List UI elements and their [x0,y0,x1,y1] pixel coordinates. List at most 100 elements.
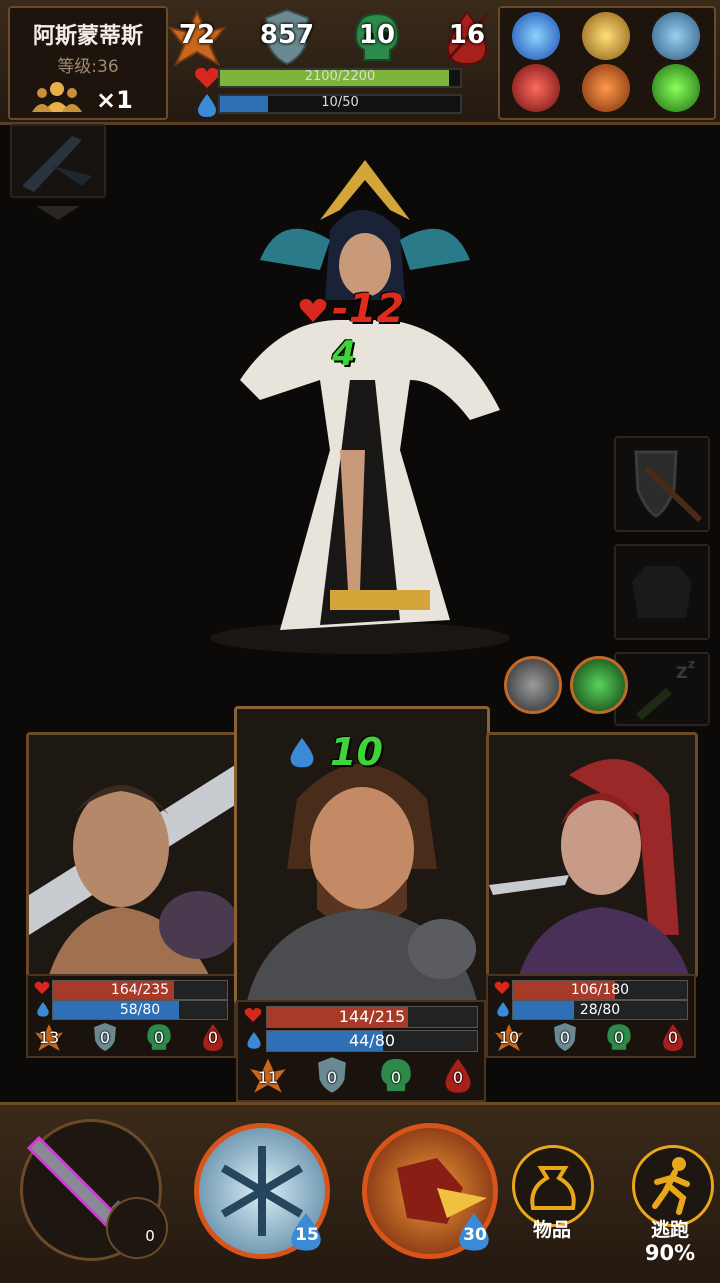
rogue-portrait [489,735,695,975]
heart-icon [494,981,510,995]
shield-sword-icon [634,450,703,523]
enemy-defense-stat: 857 [252,8,322,68]
svg-text:Z: Z [676,663,688,682]
hero-mp-text: 44/80 [348,1031,396,1050]
hero-stats-knight: 144/215 44/80 11 0 0 0 [236,1000,486,1102]
mana-drop-icon [247,1032,261,1049]
enemy-hp-text: 2100/2200 [304,69,376,84]
hero-stats-rogue: 106/180 28/80 10 0 0 0 [486,974,696,1058]
mana-gain-number: 10 [330,730,383,774]
hero-defense-stat: 0 [548,1022,582,1052]
action-bar: 0 15 30 物品 逃跑 90% [0,1102,720,1283]
items-label: 物品 [532,1219,571,1241]
enemy-attack-value: 72 [178,20,216,50]
hero-card-warrior[interactable] [26,732,238,978]
hero-poison-value: 0 [390,1068,402,1087]
hero-attack-stat: 10 [492,1022,526,1052]
running-man-icon [652,1157,690,1215]
hero-bleed-value: 0 [207,1028,219,1047]
hero-mp-bar: 28/80 [512,1000,688,1020]
enemy-name: 阿斯蒙蒂斯 [32,24,143,49]
hero-attack-value: 10 [498,1028,520,1047]
stun-status-icon[interactable] [504,656,562,714]
hero-poison-stat: 0 [602,1022,636,1052]
enemy-poison-stat: 10 [342,8,412,68]
item-bag-icon [530,1166,576,1210]
dragon-weapon-icon [22,136,92,192]
hero-defense-stat: 0 [88,1022,122,1052]
hero-poison-value: 0 [613,1028,625,1047]
golden-slash-skill-icon[interactable] [582,12,630,60]
heart-icon [195,67,219,88]
armor-icon [632,566,692,618]
fire-skill-cost: 30 [463,1225,487,1245]
hero-poison-stat: 0 [142,1022,176,1052]
hero-bleed-stat: 0 [196,1022,230,1052]
hero-hp-text: 164/235 [110,982,170,998]
enemy-poison-value: 10 [358,20,396,50]
svg-text:z: z [688,657,695,671]
damage-number: -12 [332,286,405,332]
frost-skill-cost: 15 [295,1225,319,1245]
hero-defense-stat: 0 [310,1056,354,1094]
enemy-mp-text: 10/50 [321,95,359,110]
hero-mp-text: 58/80 [119,1002,161,1018]
mana-drop-icon [198,94,216,117]
chevron-down-icon[interactable] [36,206,80,220]
flee-label: 逃跑 [650,1219,689,1241]
hero-bleed-stat: 0 [436,1056,480,1094]
warrior-portrait [29,735,235,975]
mana-drop-icon [497,1002,509,1017]
heart-icon [299,298,327,322]
hero-hp-bar: 164/235 [52,980,228,1000]
hero-attack-value: 11 [257,1068,279,1087]
poison-status-icon[interactable] [570,656,628,714]
acid-claw-skill-icon[interactable] [652,64,700,112]
equipment-slot-armor[interactable] [614,544,710,640]
flee-chance: 90% [644,1241,696,1265]
weapon-thumbnail[interactable] [10,124,106,198]
heart-icon [244,1007,262,1022]
enemy-level: 等级:36 [57,57,119,77]
heal-number: 4 [332,334,356,374]
hero-mp-bar: 44/80 [266,1030,478,1052]
hero-bleed-stat: 0 [656,1022,690,1052]
hero-hp-bar: 144/215 [266,1006,478,1028]
enemy-info-panel[interactable]: 阿斯蒙蒂斯 等级:36 ×1 [8,6,168,120]
hero-card-rogue[interactable] [486,732,698,978]
flame-claw-skill-icon[interactable] [582,64,630,112]
heart-icon [34,981,50,995]
enemy-defense-value: 857 [259,20,315,50]
party-icon [32,82,82,112]
hero-defense-value: 0 [559,1028,571,1047]
hero-bleed-value: 0 [667,1028,679,1047]
boss-sprite[interactable] [200,150,520,660]
mana-drop-icon [37,1002,49,1017]
enemy-attack-stat: 72 [162,8,232,68]
enemy-mp-bar: 10/50 [218,94,462,114]
hero-hp-text: 144/215 [338,1007,406,1026]
secondary-weapon-slot[interactable]: 0 [106,1197,168,1259]
hero-defense-value: 0 [326,1068,338,1087]
hero-mp-text: 28/80 [579,1002,621,1018]
hero-poison-stat: 0 [374,1056,418,1094]
hero-attack-stat: 13 [32,1022,66,1052]
vortex-skill-icon[interactable] [512,12,560,60]
hero-hp-text: 106/180 [570,982,630,998]
hero-mp-bar: 58/80 [52,1000,228,1020]
hero-defense-value: 0 [99,1028,111,1047]
enemy-skill-panel [498,6,716,120]
ice-rock-skill-icon[interactable] [652,12,700,60]
mana-drop-icon [290,738,314,768]
equipment-slot-sleep[interactable]: Z z [614,652,710,726]
hero-attack-value: 13 [38,1028,60,1047]
equipment-slot-shield[interactable] [614,436,710,532]
hero-bleed-value: 0 [452,1068,464,1087]
sleep-icon: Z z [636,657,695,720]
weapon-cost: 0 [145,1227,155,1245]
blood-strike-skill-icon[interactable] [512,64,560,112]
enemy-bleed-stat: 16 [432,8,502,68]
enemy-status-bar: 阿斯蒙蒂斯 等级:36 ×1 72 857 10 16 2100/2200 10… [0,0,720,125]
hero-stats-warrior: 164/235 58/80 13 0 0 0 [26,974,236,1058]
hero-poison-value: 0 [153,1028,165,1047]
